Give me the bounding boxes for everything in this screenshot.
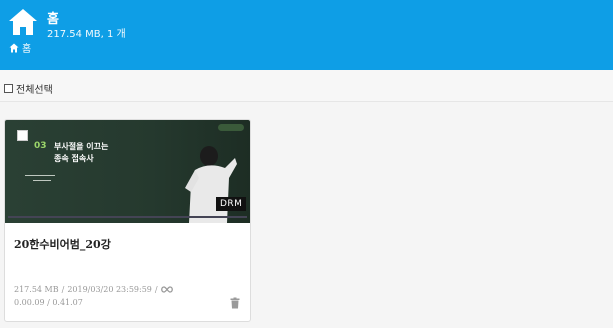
top-header: 홈 217.54 MB, 1 개 홈 bbox=[0, 0, 613, 70]
breadcrumb-home[interactable]: 홈 bbox=[22, 40, 31, 55]
board-scribble bbox=[33, 180, 51, 181]
item-checkbox[interactable] bbox=[17, 130, 28, 141]
select-all-checkbox[interactable] bbox=[4, 84, 13, 93]
meta-separator: / bbox=[154, 285, 158, 294]
video-thumbnail[interactable]: 03 부사절을 이끄는 종속 접속사 DRM bbox=[5, 120, 250, 223]
home-icon-small bbox=[9, 43, 19, 52]
board-line-2: 종속 접속사 bbox=[54, 154, 94, 163]
watch-progress-bar bbox=[8, 216, 247, 218]
breadcrumb[interactable]: 홈 bbox=[9, 40, 31, 55]
select-all-label: 전체선택 bbox=[16, 85, 53, 96]
expiry-date: 2019/03/20 23:59:59 bbox=[67, 285, 152, 294]
instructor-figure bbox=[185, 146, 237, 223]
meta-separator: / bbox=[61, 285, 65, 294]
home-icon[interactable] bbox=[8, 8, 38, 36]
channel-logo bbox=[218, 124, 244, 131]
video-meta: 217.54 MB / 2019/03/20 23:59:59 / bbox=[14, 285, 173, 294]
file-size: 217.54 MB bbox=[14, 285, 59, 294]
board-line-1: 부사절을 이끄는 bbox=[54, 142, 109, 151]
playback-position: 0.00.09 / 0.41.07 bbox=[14, 298, 83, 307]
video-card[interactable]: 03 부사절을 이끄는 종속 접속사 DRM 20한수비어범_20강 217.5… bbox=[4, 119, 251, 322]
video-title[interactable]: 20한수비어범_20강 bbox=[14, 236, 111, 252]
trash-icon[interactable] bbox=[229, 297, 241, 309]
drm-badge: DRM bbox=[216, 197, 247, 211]
folder-summary: 217.54 MB, 1 개 bbox=[47, 29, 126, 40]
board-scribble bbox=[25, 175, 55, 176]
select-all[interactable]: 전체선택 bbox=[4, 81, 53, 96]
infinity-icon bbox=[160, 286, 173, 293]
lecture-number: 03 bbox=[34, 141, 47, 151]
selection-toolbar: 전체선택 bbox=[0, 70, 613, 102]
